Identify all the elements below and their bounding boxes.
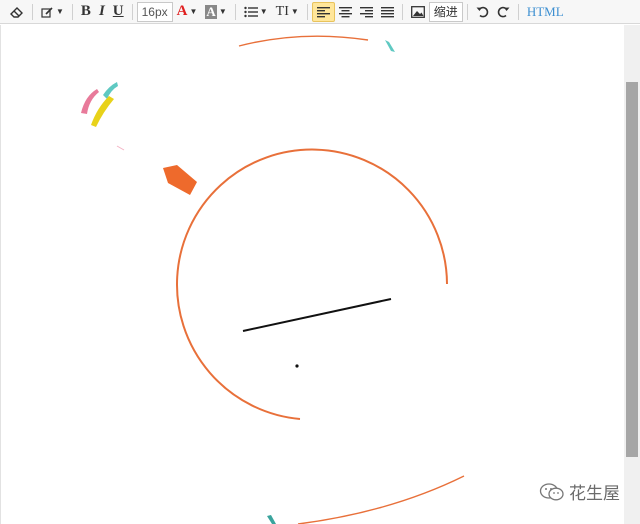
- align-justify-icon: [380, 6, 394, 17]
- toolbar-separator: [131, 3, 133, 20]
- bottom-arc: [297, 475, 465, 524]
- chevron-down-icon: ▼: [56, 7, 64, 16]
- toolbar-separator: [517, 3, 519, 20]
- edit-icon: [41, 6, 53, 18]
- toolbar-separator: [71, 3, 73, 20]
- redo-button[interactable]: [493, 2, 514, 22]
- redo-icon: [497, 6, 510, 18]
- toolbar-separator: [401, 3, 403, 20]
- background-color-label: A: [205, 3, 217, 19]
- undo-button[interactable]: [472, 2, 493, 22]
- chevron-down-icon: ▼: [218, 7, 227, 16]
- text-size-button[interactable]: TI ▼: [272, 2, 303, 22]
- image-icon: [410, 5, 425, 18]
- toolbar-separator: [32, 3, 33, 20]
- teal-dash-top: [385, 40, 395, 52]
- chevron-down-icon: ▼: [259, 7, 268, 16]
- align-right-icon: [359, 6, 373, 17]
- center-dot: [295, 364, 299, 368]
- teal-dash-bottom: [267, 515, 276, 524]
- text-size-label: TI: [275, 3, 289, 19]
- font-color-button[interactable]: A ▼: [173, 2, 202, 22]
- bold-button[interactable]: B: [77, 2, 95, 22]
- list-icon: [244, 6, 258, 17]
- yellow-brush-stroke: [91, 96, 114, 127]
- italic-button[interactable]: I: [95, 2, 109, 22]
- artwork-graphic: [81, 35, 465, 524]
- watermark: 花生屋: [539, 479, 620, 504]
- wechat-icon: [539, 482, 564, 500]
- align-center-button[interactable]: [335, 2, 356, 22]
- indent-button[interactable]: 缩进: [428, 1, 463, 22]
- align-justify-button[interactable]: [377, 2, 398, 22]
- editor-content-area[interactable]: [0, 25, 624, 524]
- font-color-label: A: [176, 3, 188, 19]
- html-source-button[interactable]: HTML: [523, 2, 568, 22]
- toolbar-separator: [306, 3, 308, 20]
- toolbar-separator: [466, 3, 468, 20]
- pink-dash: [116, 145, 125, 151]
- black-line: [242, 298, 392, 332]
- toolbar-separator: [234, 3, 236, 20]
- background-color-button[interactable]: A ▼: [201, 2, 230, 22]
- format-brush-button[interactable]: ▼: [37, 2, 68, 22]
- eraser-button[interactable]: [6, 2, 28, 22]
- eraser-icon: [10, 6, 23, 18]
- scrollbar-thumb[interactable]: [626, 82, 638, 457]
- align-left-button[interactable]: [311, 1, 335, 22]
- chevron-down-icon: ▼: [290, 7, 299, 16]
- chevron-down-icon: ▼: [189, 7, 198, 16]
- watermark-text: 花生屋: [569, 484, 620, 504]
- align-right-button[interactable]: [356, 2, 377, 22]
- teal-brush-stroke: [103, 82, 118, 99]
- editor-toolbar: ▼ B I U 16px A ▼ A ▼ ▼ TI ▼ 缩进 HTML: [0, 0, 640, 24]
- font-size-select[interactable]: 16px: [136, 1, 173, 22]
- list-button[interactable]: ▼: [240, 2, 272, 22]
- pink-brush-stroke: [81, 89, 99, 114]
- top-arc: [238, 35, 369, 47]
- align-left-icon: [316, 6, 330, 17]
- align-center-icon: [338, 6, 352, 17]
- undo-icon: [476, 6, 489, 18]
- underline-button[interactable]: U: [109, 2, 128, 22]
- insert-image-button[interactable]: [407, 2, 429, 22]
- orange-shape: [163, 165, 197, 195]
- main-circle-arc: [176, 148, 448, 420]
